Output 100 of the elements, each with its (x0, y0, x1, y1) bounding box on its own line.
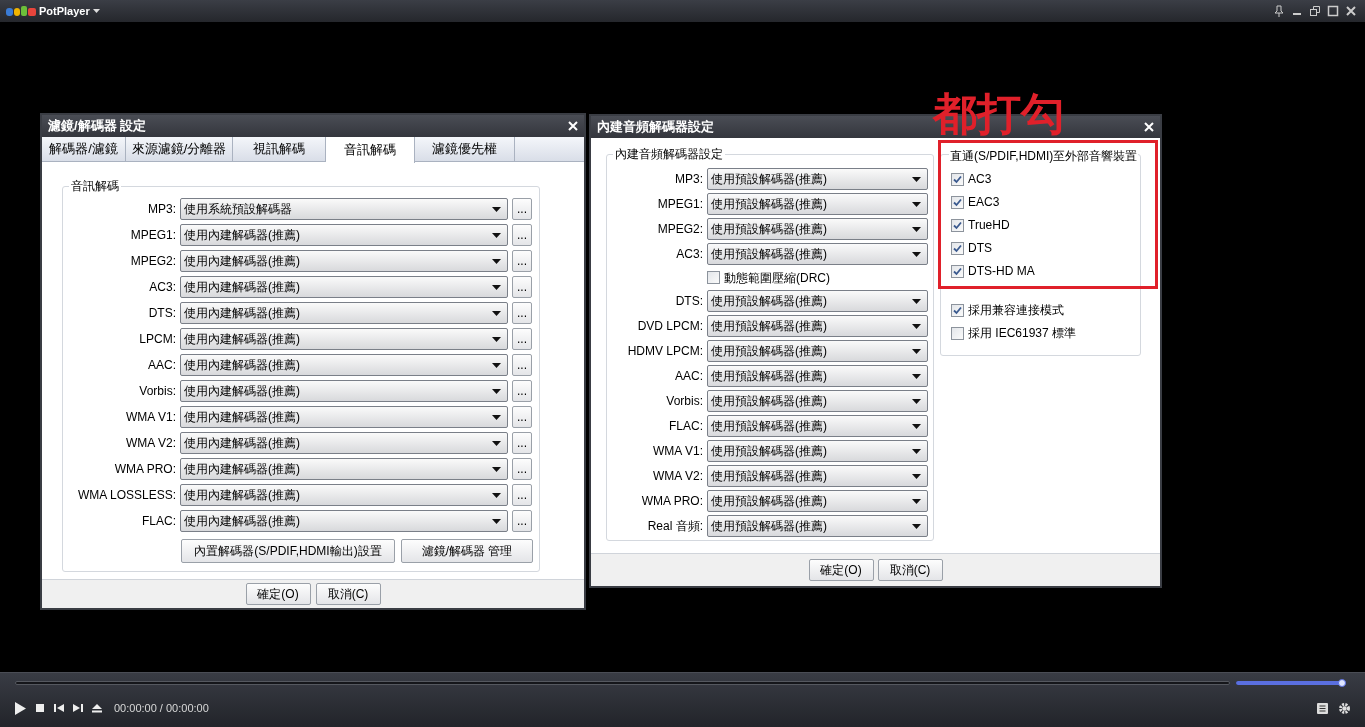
checkbox[interactable] (707, 271, 720, 284)
dropdown[interactable]: 使用內建解碼器(推薦) (180, 484, 508, 506)
settings-icon[interactable] (1338, 701, 1351, 715)
checkbox-label[interactable]: AC3 (968, 170, 992, 188)
dropdown[interactable]: 使用內建解碼器(推薦) (180, 354, 508, 376)
checkbox-label[interactable]: TrueHD (968, 216, 1010, 234)
checkbox-label[interactable]: 採用兼容連接模式 (968, 301, 1064, 319)
checkbox[interactable] (951, 303, 964, 317)
field-label: MP3: (147, 201, 176, 218)
app-title[interactable]: PotPlayer (39, 2, 90, 20)
dropdown[interactable]: 使用預設解碼器(推薦) (707, 168, 928, 190)
field-label: AAC: (147, 357, 176, 374)
field-label: Vorbis: (138, 383, 176, 400)
restore-icon[interactable] (1309, 5, 1321, 17)
dropdown[interactable]: 使用內建解碼器(推薦) (180, 250, 508, 272)
checkbox-label[interactable]: EAC3 (968, 193, 1000, 211)
checkbox[interactable] (951, 326, 964, 340)
dropdown[interactable]: 使用預設解碼器(推薦) (707, 290, 928, 312)
caret-icon (492, 466, 501, 472)
dropdown[interactable]: 使用預設解碼器(推薦) (707, 365, 928, 387)
play-icon[interactable] (14, 701, 26, 715)
button[interactable]: ... (512, 276, 532, 298)
button[interactable]: ... (512, 224, 532, 246)
button[interactable]: ... (512, 406, 532, 428)
dropdown[interactable]: 使用內建解碼器(推薦) (180, 510, 508, 532)
button[interactable]: ... (512, 458, 532, 480)
button[interactable]: 取消(C) (315, 583, 381, 605)
tab[interactable]: 解碼器/濾鏡 (42, 137, 126, 161)
button[interactable]: ... (512, 510, 532, 532)
button[interactable]: ... (512, 380, 532, 402)
button[interactable]: ... (512, 302, 532, 324)
checkbox-label[interactable]: DTS-HD MA (968, 262, 1035, 280)
dropdown[interactable]: 使用預設解碼器(推薦) (707, 415, 928, 437)
dropdown[interactable]: 使用預設解碼器(推薦) (707, 243, 928, 265)
checkbox-label[interactable]: 採用 IEC61937 標準 (968, 324, 1077, 342)
button[interactable]: ... (512, 484, 532, 506)
button[interactable]: ... (512, 354, 532, 376)
caret-icon (492, 362, 501, 368)
button[interactable]: ... (512, 250, 532, 272)
field-label: AC3: (675, 246, 703, 263)
next-icon[interactable] (73, 703, 83, 713)
checkbox-label[interactable]: 動態範圍壓縮(DRC) (724, 268, 830, 287)
dropdown[interactable]: 使用預設解碼器(推薦) (707, 490, 928, 512)
dropdown[interactable]: 使用內建解碼器(推薦) (180, 432, 508, 454)
checkbox[interactable] (951, 241, 964, 255)
button[interactable]: ... (512, 198, 532, 220)
dropdown[interactable]: 使用預設解碼器(推薦) (707, 465, 928, 487)
pin-icon[interactable] (1273, 5, 1285, 17)
seek-bar[interactable] (15, 681, 1230, 685)
caret-icon (912, 523, 921, 529)
button[interactable]: 內置解碼器(S/PDIF,HDMI輸出)設置 (181, 539, 395, 563)
stop-icon[interactable] (35, 703, 45, 713)
checkbox[interactable] (951, 172, 964, 186)
field-label: FLAC: (141, 513, 176, 530)
button[interactable]: 確定(O) (808, 559, 874, 581)
button[interactable]: 濾鏡/解碼器 管理 (401, 539, 533, 563)
volume-slider[interactable] (1236, 681, 1346, 685)
close-icon[interactable] (1345, 5, 1357, 17)
dropdown[interactable]: 使用內建解碼器(推薦) (180, 328, 508, 350)
field-label: MPEG1: (656, 196, 703, 213)
dropdown[interactable]: 使用系統預設解碼器 (180, 198, 508, 220)
caret-icon (912, 373, 921, 379)
button[interactable]: 確定(O) (245, 583, 311, 605)
tab[interactable]: 音訊解碼 (326, 137, 415, 163)
field-label: FLAC: (668, 418, 703, 435)
caret-icon (492, 440, 501, 446)
checkbox[interactable] (951, 218, 964, 232)
tab[interactable]: 濾鏡優先權 (415, 137, 515, 161)
dropdown[interactable]: 使用內建解碼器(推薦) (180, 302, 508, 324)
field-label: DVD LPCM: (636, 318, 703, 335)
button[interactable]: ... (512, 432, 532, 454)
dropdown[interactable]: 使用內建解碼器(推薦) (180, 224, 508, 246)
dropdown[interactable]: 使用預設解碼器(推薦) (707, 390, 928, 412)
dropdown[interactable]: 使用內建解碼器(推薦) (180, 458, 508, 480)
dropdown[interactable]: 使用內建解碼器(推薦) (180, 406, 508, 428)
dropdown[interactable]: 使用預設解碼器(推薦) (707, 440, 928, 462)
checkbox-label[interactable]: DTS (968, 239, 992, 257)
tab[interactable]: 視訊解碼 (233, 137, 326, 161)
checkbox[interactable] (951, 264, 964, 278)
field-label: WMA V2: (125, 435, 176, 452)
button[interactable]: ... (512, 328, 532, 350)
maximize-icon[interactable] (1327, 5, 1339, 17)
tab[interactable]: 來源濾鏡/分離器 (126, 137, 233, 161)
logo-icon[interactable] (6, 5, 36, 17)
previous-icon[interactable] (54, 703, 64, 713)
caret-icon[interactable] (92, 8, 100, 14)
dropdown[interactable]: 使用內建解碼器(推薦) (180, 276, 508, 298)
checkbox[interactable] (951, 195, 964, 209)
caret-icon (912, 348, 921, 354)
dropdown[interactable]: 使用內建解碼器(推薦) (180, 380, 508, 402)
eject-icon[interactable] (92, 703, 102, 713)
dropdown[interactable]: 使用預設解碼器(推薦) (707, 193, 928, 215)
dropdown[interactable]: 使用預設解碼器(推薦) (707, 515, 928, 537)
button[interactable]: 取消(C) (877, 559, 943, 581)
dropdown[interactable]: 使用預設解碼器(推薦) (707, 340, 928, 362)
volume-thumb[interactable] (1338, 679, 1346, 687)
dropdown[interactable]: 使用預設解碼器(推薦) (707, 218, 928, 240)
playlist-icon[interactable] (1316, 701, 1329, 715)
dropdown[interactable]: 使用預設解碼器(推薦) (707, 315, 928, 337)
caret-icon (492, 258, 501, 264)
